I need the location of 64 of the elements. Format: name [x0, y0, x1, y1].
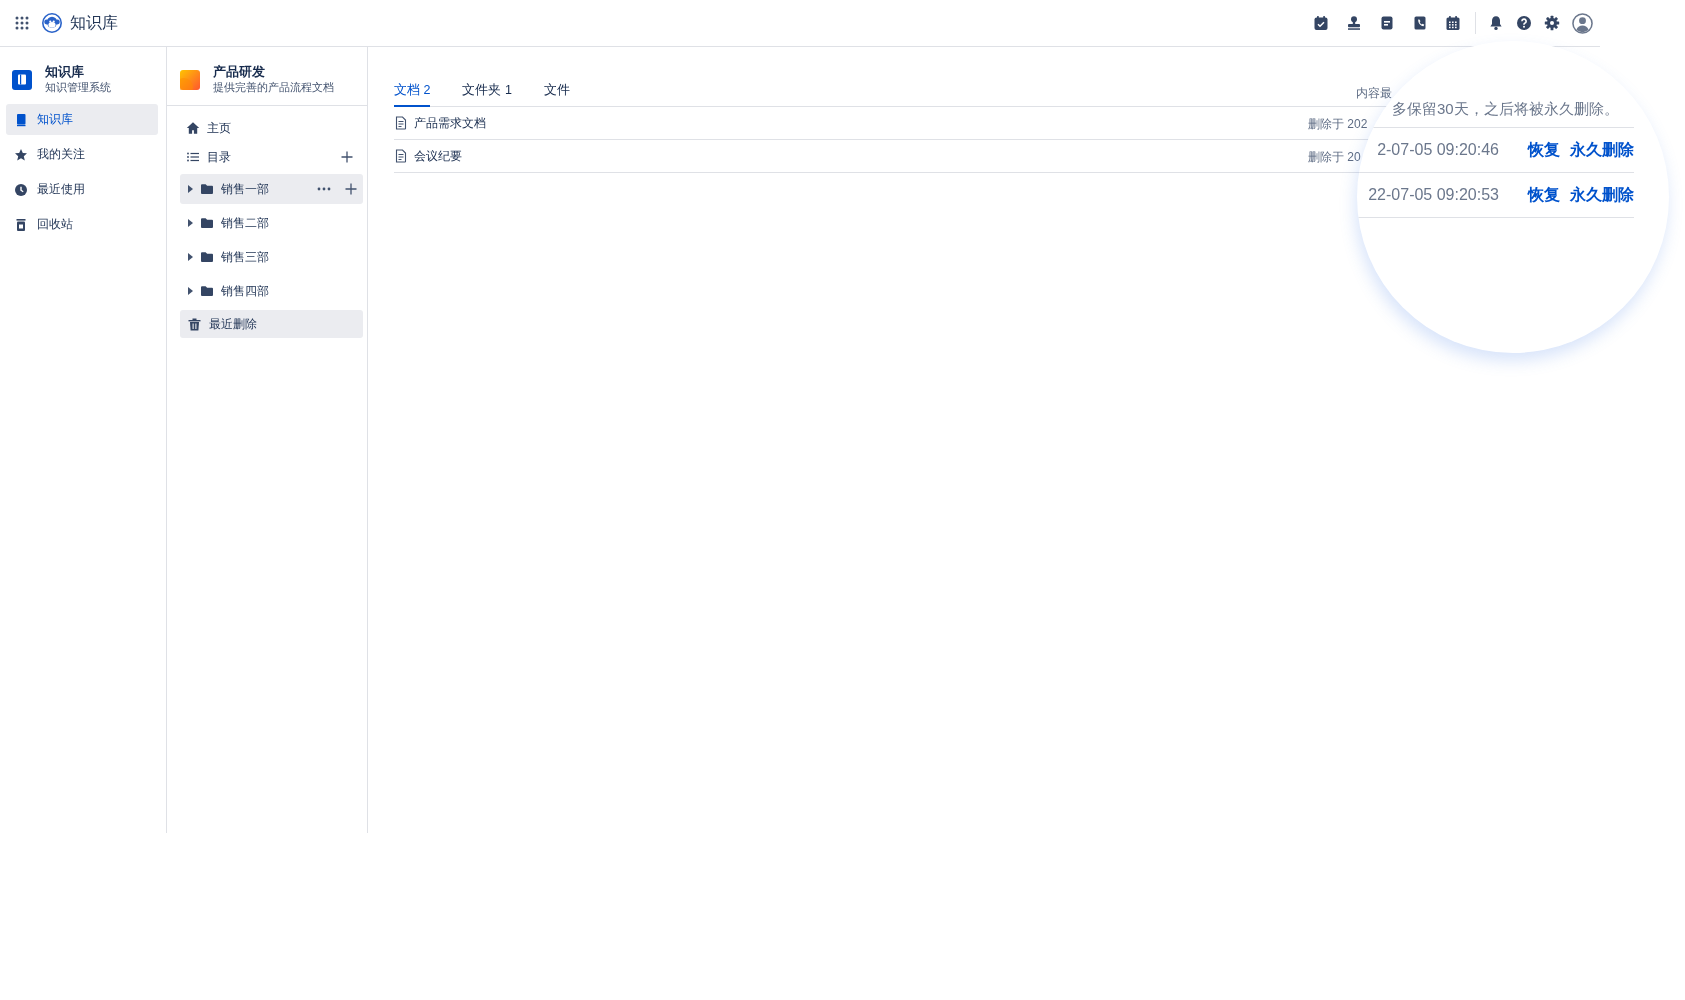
clock-icon: [14, 182, 28, 197]
add-icon[interactable]: [341, 151, 353, 163]
folder-item[interactable]: 销售二部: [180, 208, 363, 238]
book-icon: [14, 112, 28, 127]
restore-link[interactable]: 恢复: [1528, 184, 1560, 206]
tab[interactable]: 文件夹 1: [462, 79, 512, 107]
help-icon[interactable]: [1516, 15, 1532, 31]
folder-item[interactable]: 销售一部: [180, 174, 363, 204]
folder-icon: [200, 216, 214, 230]
retention-note: 内容最: [1356, 87, 1392, 99]
caret-icon[interactable]: [188, 253, 193, 261]
folder-item[interactable]: 销售四部: [180, 276, 363, 306]
space-logo-icon: [180, 70, 200, 90]
deleted-date: 删除于 20: [1308, 149, 1361, 164]
deleted-time: 22-07-05 09:20:53: [1368, 186, 1499, 204]
space-title: 知识库: [45, 65, 84, 80]
contact-book-icon[interactable]: [1412, 15, 1428, 31]
app-grid-icon[interactable]: [15, 16, 29, 30]
document-name[interactable]: 会议纪要: [414, 147, 462, 165]
caret-icon[interactable]: [188, 219, 193, 227]
calendar-check-icon[interactable]: [1313, 15, 1329, 31]
caret-icon[interactable]: [188, 185, 193, 193]
folder-icon: [200, 284, 214, 298]
retention-note: 多保留30天，之后将被永久删除。: [1392, 100, 1619, 118]
tab[interactable]: 文档 2: [394, 79, 431, 107]
sidebar-item[interactable]: 知识库: [6, 104, 158, 135]
deleted-time: 2-07-05 09:20:46: [1377, 141, 1499, 159]
caret-icon[interactable]: [188, 287, 193, 295]
space-subtitle: 提供完善的产品流程文档: [213, 80, 334, 95]
deleted-date: 删除于 202: [1308, 116, 1368, 131]
nav-item[interactable]: 主页: [180, 114, 353, 142]
recently-deleted-item[interactable]: 最近删除: [180, 310, 363, 338]
home-icon: [186, 121, 200, 135]
stamp-icon[interactable]: [1346, 15, 1362, 31]
nav-item[interactable]: 目录: [180, 143, 341, 171]
space-subtitle: 知识管理系统: [45, 80, 111, 95]
folder-icon: [200, 182, 214, 196]
document-name[interactable]: 产品需求文档: [414, 114, 486, 132]
settings-icon[interactable]: [1544, 15, 1560, 31]
more-icon[interactable]: [317, 187, 331, 191]
app-title: 知识库: [70, 12, 118, 33]
calendar-icon[interactable]: [1445, 15, 1461, 31]
document-icon: [395, 149, 407, 163]
sidebar-item[interactable]: 回收站: [6, 209, 158, 240]
permanent-delete-link[interactable]: 永久删除: [1570, 184, 1634, 206]
avatar-icon[interactable]: [1572, 12, 1593, 34]
list-icon: [186, 150, 200, 164]
permanent-delete-link[interactable]: 永久删除: [1570, 139, 1634, 161]
bell-icon[interactable]: [1488, 15, 1504, 31]
sidebar-item[interactable]: 最近使用: [6, 174, 158, 205]
document-icon: [395, 116, 407, 130]
logo-icon: [42, 13, 62, 33]
star-icon: [14, 147, 28, 162]
book-icon: [12, 70, 32, 90]
sidebar-item[interactable]: 我的关注: [6, 139, 158, 170]
trash-icon: [188, 317, 201, 331]
trash-icon: [14, 217, 28, 232]
add-icon[interactable]: [345, 183, 357, 195]
restore-link[interactable]: 恢复: [1528, 139, 1560, 161]
tab[interactable]: 文件: [543, 79, 570, 107]
space-title: 产品研发: [213, 65, 265, 80]
folder-item[interactable]: 销售三部: [180, 242, 363, 272]
note-icon[interactable]: [1379, 15, 1395, 31]
folder-icon: [200, 250, 214, 264]
